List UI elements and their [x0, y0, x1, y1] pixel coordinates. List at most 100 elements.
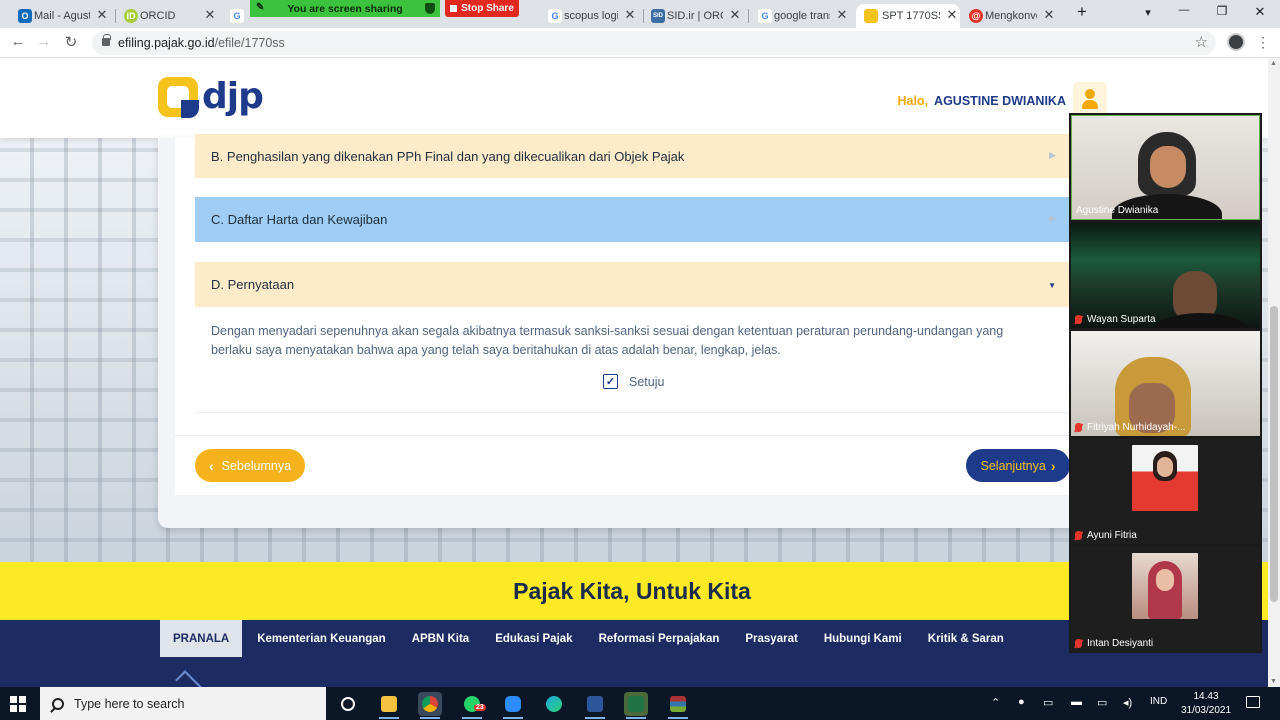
participant-profile-photo	[1132, 445, 1198, 511]
microphone-icon[interactable]: ●	[1018, 696, 1025, 708]
section-b-title: B. Penghasilan yang dikenakan PPh Final …	[211, 148, 685, 164]
browser-menu-icon[interactable]: ⋮	[1256, 34, 1270, 51]
meet-now-icon[interactable]: ▭	[1043, 696, 1053, 709]
scroll-down-arrow-icon[interactable]: ▼	[1270, 678, 1277, 685]
whatsapp-icon[interactable]: 23	[460, 692, 486, 719]
footer-item-kritik-saran[interactable]: Kritik & Saran	[915, 620, 1017, 657]
search-placeholder: Type here to search	[74, 696, 185, 711]
close-icon[interactable]: ✕	[1041, 7, 1057, 23]
close-icon[interactable]: ✕	[727, 7, 743, 23]
close-icon[interactable]: ✕	[944, 7, 960, 23]
pencil-icon: ✎	[256, 2, 265, 13]
ilovepdf-icon: @	[969, 9, 983, 23]
network-icon[interactable]: ▭	[1097, 696, 1107, 709]
participant-name: Agustine Dwianika	[1076, 205, 1159, 216]
tab-label: scopus login	[564, 10, 618, 22]
section-c-header[interactable]: C. Daftar Harta dan Kewajiban ▶	[195, 197, 1070, 242]
reload-icon[interactable]: ↻	[61, 33, 81, 51]
profile-avatar[interactable]	[1227, 33, 1245, 51]
tab-search-icon[interactable]: ▾	[1138, 6, 1158, 19]
tab-mengkonversi[interactable]: @ Mengkonve ✕	[969, 4, 1057, 28]
footer-item-prasyarat[interactable]: Prasyarat	[732, 620, 810, 657]
participant-tile[interactable]: Ayuni Fitria	[1071, 439, 1260, 544]
tab-label: Mengkonve	[985, 10, 1037, 22]
window-close-button[interactable]: ✕	[1250, 4, 1270, 20]
user-icon[interactable]	[1073, 82, 1107, 116]
notification-center-icon[interactable]	[1246, 696, 1260, 708]
url-path: /efile/1770ss	[214, 36, 285, 50]
close-icon[interactable]: ✕	[834, 7, 850, 23]
participant-name-label: Agustine Dwianika	[1076, 205, 1158, 216]
greeting-hello: Halo,	[897, 94, 929, 108]
input-language[interactable]: IND	[1150, 696, 1167, 707]
footer-item-apbn-kita[interactable]: APBN Kita	[399, 620, 483, 657]
close-icon[interactable]: ✕	[622, 7, 638, 23]
section-b-header[interactable]: B. Penghasilan yang dikenakan PPh Final …	[195, 134, 1070, 178]
battery-icon[interactable]: ▬	[1071, 696, 1082, 708]
windows-start-icon[interactable]	[10, 696, 26, 712]
tab-google-translate[interactable]: G google trans ✕	[758, 4, 850, 28]
zoom-icon[interactable]	[501, 692, 525, 719]
footer-item-reformasi-perpajakan[interactable]: Reformasi Perpajakan	[586, 620, 733, 657]
forward-arrow-icon[interactable]: →	[34, 33, 54, 50]
tab-label: google trans	[774, 10, 830, 22]
screen-sharing-text: You are screen sharing	[287, 2, 403, 15]
footer-item-pranala[interactable]: PRANALA	[160, 620, 243, 657]
edge-icon[interactable]	[542, 692, 566, 716]
tab-mail[interactable]: O Mail - Agustine ✕	[18, 4, 110, 28]
participant-name-label: Wayan Suparta	[1075, 314, 1156, 325]
footer-item-edukasi-pajak[interactable]: Edukasi Pajak	[482, 620, 585, 657]
chevron-right-icon: ›	[1050, 457, 1056, 474]
footer-item-hubungi-kami[interactable]: Hubungi Kami	[811, 620, 915, 657]
scrollbar-thumb[interactable]	[1270, 306, 1278, 602]
djp-icon	[864, 9, 878, 23]
address-bar[interactable]: efiling.pajak.go.id/efile/1770ss ☆	[92, 31, 1216, 55]
djp-logo[interactable]: djp	[158, 76, 264, 118]
excel-icon[interactable]	[624, 692, 648, 719]
volume-icon[interactable]: ◂)	[1123, 696, 1132, 709]
previous-button[interactable]: ‹ Sebelumnya	[195, 449, 305, 482]
cortana-icon[interactable]	[336, 692, 360, 716]
tab-scopus[interactable]: G scopus login ✕	[548, 4, 638, 28]
next-button[interactable]: Selanjutnya ›	[966, 449, 1070, 482]
new-tab-button[interactable]: +	[1072, 2, 1092, 22]
participant-face	[1150, 146, 1186, 188]
tab-label: SID.ir | ORG	[667, 10, 723, 22]
footer-item-kementerian-keuangan[interactable]: Kementerian Keuangan	[244, 620, 398, 657]
page-scrollbar[interactable]: ▲ ▼	[1268, 58, 1280, 687]
participant-tile[interactable]: Wayan Suparta	[1071, 223, 1260, 328]
caret-right-icon: ▶	[1049, 213, 1056, 223]
back-arrow-icon[interactable]: ←	[8, 33, 28, 50]
google-icon: G	[758, 9, 772, 23]
agree-checkbox[interactable]: ✓	[603, 374, 618, 389]
agree-checkbox-row[interactable]: ✓ Setuju	[603, 374, 664, 389]
tab-sid[interactable]: SID SID.ir | ORG ✕	[651, 4, 743, 28]
winrar-icon[interactable]	[666, 692, 690, 719]
tab-orcid[interactable]: iD ORCID ✕	[124, 4, 218, 28]
tab-spt-1770ss[interactable]: SPT 1770SS ✕	[856, 4, 960, 28]
section-d-title: D. Pernyataan	[211, 277, 295, 292]
system-clock[interactable]: 14.43 31/03/2021	[1180, 690, 1232, 718]
file-explorer-icon[interactable]	[377, 692, 401, 719]
section-d-header[interactable]: D. Pernyataan ▼	[195, 262, 1070, 307]
bookmark-star-icon[interactable]: ☆	[1195, 33, 1208, 51]
minimize-button[interactable]: —	[1174, 4, 1194, 16]
divider	[175, 435, 1070, 436]
word-icon[interactable]	[583, 692, 607, 719]
google-icon: G	[230, 9, 244, 23]
close-icon[interactable]: ✕	[94, 7, 110, 23]
participant-tile[interactable]: Fitriyah Nurhidayah-...	[1071, 331, 1260, 436]
scroll-up-arrow-icon[interactable]: ▲	[1270, 60, 1277, 67]
taskbar-search-box[interactable]: Type here to search	[40, 687, 326, 720]
search-icon	[52, 697, 64, 710]
tray-chevron-up-icon[interactable]: ⌃	[991, 696, 1000, 709]
participant-tile[interactable]: Agustine Dwianika	[1071, 115, 1260, 220]
tab-google[interactable]: G	[230, 4, 250, 28]
maximize-button[interactable]: ❐	[1212, 4, 1232, 18]
stop-share-button[interactable]: Stop Share	[445, 0, 519, 17]
chrome-icon[interactable]	[418, 692, 442, 719]
shield-icon	[425, 3, 435, 14]
url-text: efiling.pajak.go.id/efile/1770ss	[118, 36, 285, 50]
close-icon[interactable]: ✕	[202, 7, 218, 23]
participant-tile[interactable]: Intan Desiyanti	[1071, 547, 1260, 652]
